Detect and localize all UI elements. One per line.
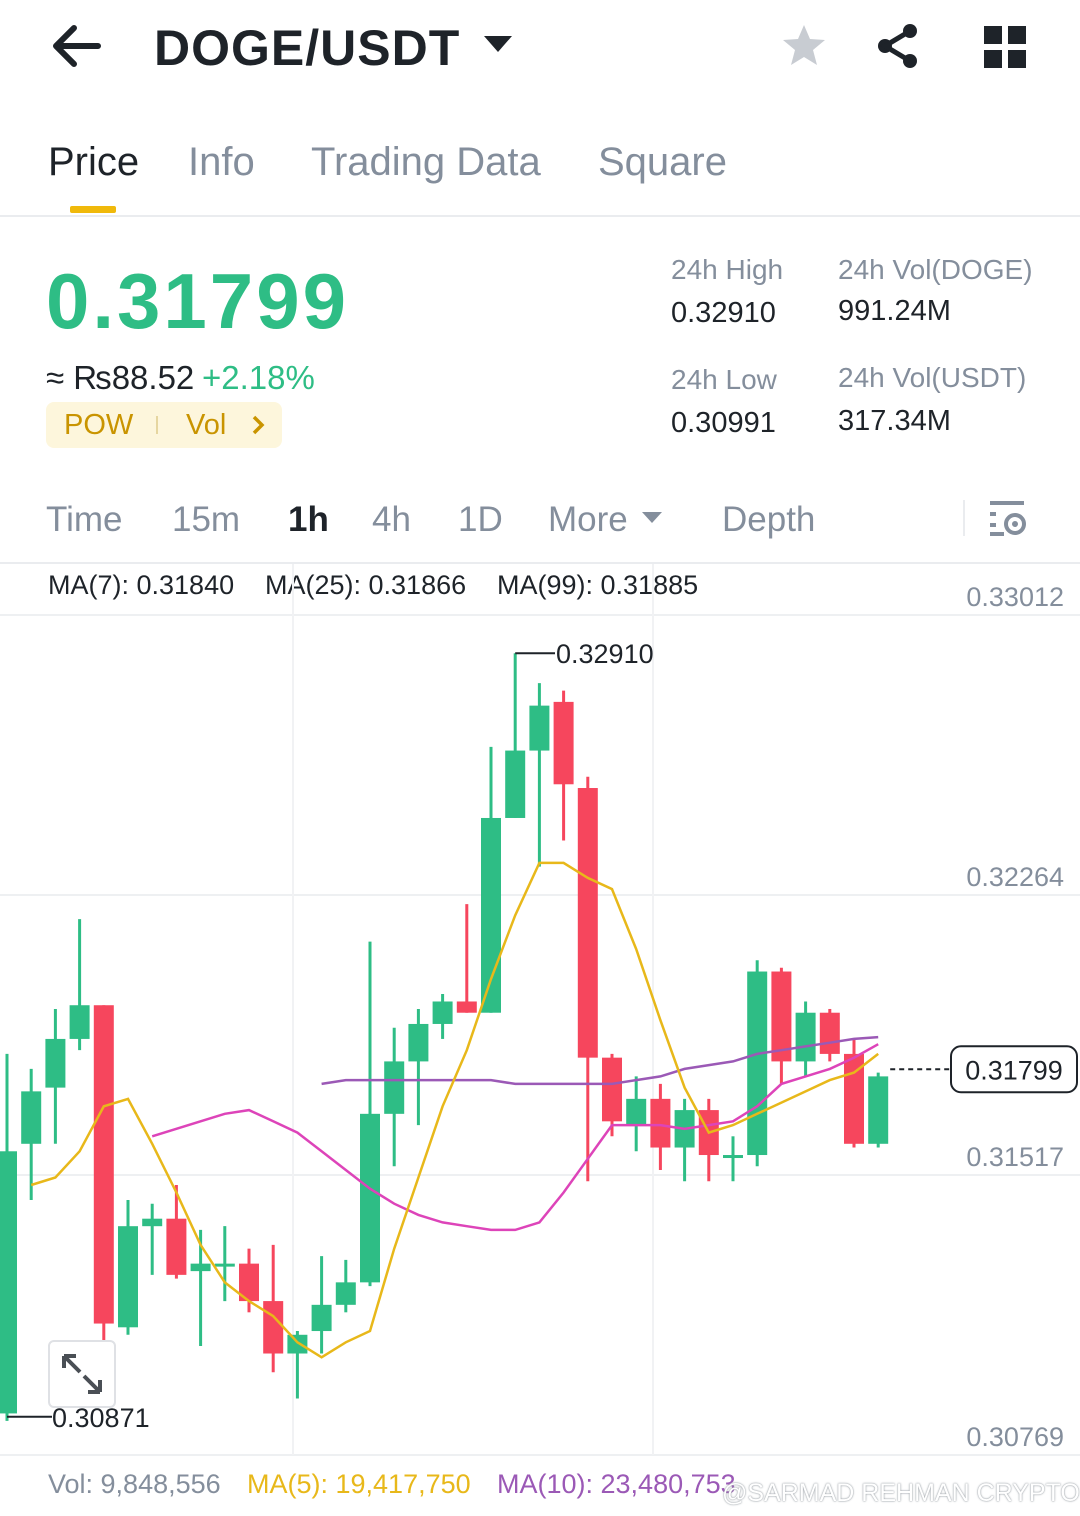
candle-body [287,1334,308,1354]
candle-body [45,1038,66,1088]
ma99-line [321,1035,879,1086]
candle-body [553,701,574,785]
candlestick-chart[interactable]: 0.330120.322640.315170.307690.329100.308… [0,0,1080,1516]
ma25-line [151,1043,879,1232]
candle-body [142,1218,163,1227]
y-axis-label: 0.33012 [966,582,1064,612]
candle-body [190,1263,211,1272]
candle-body [747,971,768,1156]
candle-body [360,1113,380,1283]
candle-body [650,1098,671,1148]
expand-icon [62,1354,102,1394]
candle-body [69,1005,90,1039]
y-axis-label: 0.31517 [966,1142,1064,1172]
candle-body [505,750,526,818]
candle-body [93,1005,114,1324]
candle-body [311,1304,332,1332]
volume-label: Vol: 9,848,556 [48,1469,221,1499]
candle-body [577,788,598,1058]
candle-body [481,817,501,1013]
y-axis-label: 0.30769 [966,1422,1064,1452]
candle-body [723,1155,743,1159]
candle-body [602,1057,622,1122]
candle-body [456,1001,477,1013]
candle-body [408,1023,429,1062]
candle-body [335,1282,356,1305]
candle-body [21,1091,42,1144]
candle-body [263,1301,284,1354]
vol-ma5-label: MA(5): 19,417,750 [247,1469,471,1499]
candle-body [118,1226,138,1328]
high-marker-label: 0.32910 [556,639,654,669]
vol-ma10-label: MA(10): 23,480,753 [497,1469,736,1499]
candle-body [529,705,550,751]
y-axis-label: 0.32264 [966,862,1064,892]
candle-body [166,1218,187,1275]
candle-body [819,1012,840,1054]
fullscreen-button[interactable] [48,1340,116,1408]
candle-body [432,1001,453,1024]
candle-body [214,1263,235,1267]
candle-body [868,1076,889,1144]
candle-body [795,1012,816,1062]
candle-body [626,1098,647,1126]
candle-body [0,1151,17,1414]
candle-body [384,1061,405,1114]
current-price-label: 0.31799 [965,1055,1063,1085]
creator-watermark: @SARMAD REHMAN CRYPTO [722,1479,1080,1507]
